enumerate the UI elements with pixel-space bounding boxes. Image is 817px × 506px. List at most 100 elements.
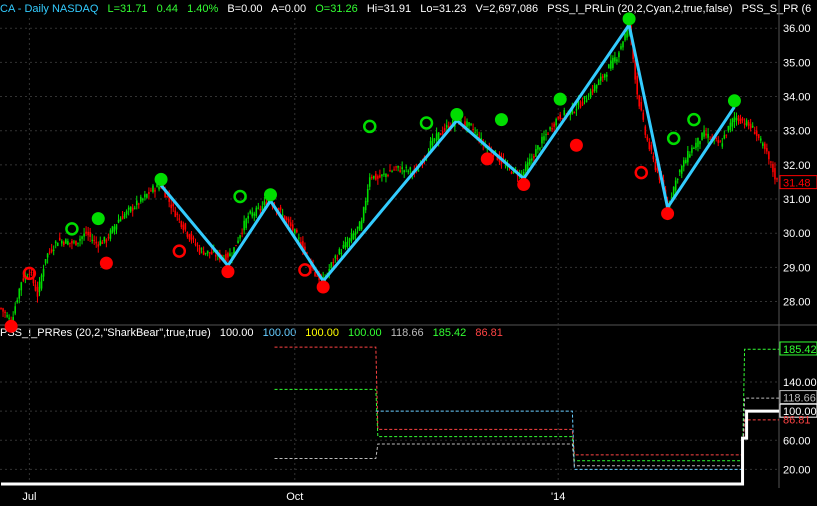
candle-body xyxy=(601,76,604,78)
candle-body xyxy=(531,158,533,161)
pivot-low-marker xyxy=(316,280,330,294)
candle-body xyxy=(537,145,539,150)
candle-body xyxy=(618,52,620,58)
candle-body xyxy=(2,308,4,312)
candle-body xyxy=(764,143,766,150)
candle-body xyxy=(40,275,43,289)
candle-body xyxy=(524,164,527,171)
time-tick-label: Jul xyxy=(22,491,36,503)
candle-body xyxy=(510,171,513,174)
indicator-value-tag: 185.42 xyxy=(783,344,817,356)
candle-body xyxy=(89,231,91,237)
candle-body xyxy=(356,226,359,229)
candle-body xyxy=(689,154,691,158)
candle-body xyxy=(739,118,742,124)
candle-body xyxy=(129,206,132,212)
candle-body xyxy=(443,128,446,131)
pivot-low-marker xyxy=(4,319,18,333)
candle-body xyxy=(210,251,213,255)
candle-body xyxy=(599,76,602,81)
candle-body xyxy=(591,89,594,93)
candle-body xyxy=(678,170,681,173)
candle-body xyxy=(135,200,138,206)
candle-body xyxy=(379,175,381,178)
pivot-high-marker xyxy=(363,119,377,134)
candle-body xyxy=(109,230,112,239)
candle-body xyxy=(20,282,23,291)
candle-body xyxy=(385,173,387,178)
candle-body xyxy=(206,250,209,254)
candle-body xyxy=(680,165,683,174)
candle-body xyxy=(717,140,720,143)
candle-body xyxy=(34,284,37,291)
candle-body xyxy=(364,200,367,211)
candle-body xyxy=(28,273,31,275)
candle-body xyxy=(597,80,600,86)
candle-body xyxy=(8,317,10,319)
indicator-tick-label: 20.00 xyxy=(783,464,811,476)
candle-body xyxy=(549,127,551,130)
candle-body xyxy=(30,271,33,273)
candle-body xyxy=(127,207,130,210)
candle-body xyxy=(575,109,578,111)
candle-body xyxy=(83,233,85,237)
indicator-result-line xyxy=(1,409,780,486)
candle-body xyxy=(768,151,770,160)
candle-body xyxy=(701,132,703,141)
candle-body xyxy=(563,110,566,115)
candle-body xyxy=(401,167,403,170)
candle-body xyxy=(330,262,333,268)
pivot-low-marker xyxy=(517,178,531,192)
candle-body xyxy=(235,245,237,247)
candle-body xyxy=(117,219,120,223)
pivot-high-marker xyxy=(154,172,168,186)
candle-body xyxy=(699,141,701,145)
pivot-low-marker xyxy=(661,207,675,221)
candle-body xyxy=(741,118,744,121)
indicator-step-line xyxy=(274,397,780,467)
candle-body xyxy=(608,64,610,69)
candle-body xyxy=(281,214,284,216)
candle-body xyxy=(196,245,199,247)
candle-body xyxy=(172,203,175,207)
candle-body xyxy=(296,229,298,233)
candle-body xyxy=(48,251,51,253)
time-tick-label: '14 xyxy=(551,491,565,503)
stock-chart[interactable]: 36.00 35.00 34.00 33.00 32.00 31.00 30.00 29.00… xyxy=(0,0,817,506)
candle-body xyxy=(676,178,679,180)
pivot-high-marker xyxy=(419,116,434,130)
candle-body xyxy=(4,311,6,314)
pivot-low-marker xyxy=(480,152,494,166)
candle-body xyxy=(42,268,45,277)
candle-body xyxy=(555,119,557,126)
candle-body xyxy=(375,173,377,180)
candle-body xyxy=(154,189,156,192)
candle-body xyxy=(113,226,116,232)
price-tick-label: 35.00 xyxy=(783,57,811,69)
pivot-high-marker xyxy=(553,92,567,106)
candle-body xyxy=(674,180,677,191)
candle-body xyxy=(285,217,288,221)
candle-body xyxy=(255,207,258,217)
candle-body xyxy=(38,281,41,293)
candle-body xyxy=(247,216,249,219)
candle-body xyxy=(97,244,100,247)
candle-body xyxy=(14,306,16,314)
candle-body xyxy=(587,98,590,100)
pivot-low-marker xyxy=(569,138,583,152)
candle-body xyxy=(747,121,750,126)
candle-body xyxy=(585,100,588,103)
candle-body xyxy=(557,117,559,119)
candle-body xyxy=(614,57,616,62)
candle-body xyxy=(553,123,555,127)
candle-body xyxy=(121,216,124,220)
candle-body xyxy=(52,249,55,251)
candle-body xyxy=(239,235,241,239)
candle-body xyxy=(650,144,653,151)
candle-body xyxy=(709,138,711,140)
pivot-high-marker xyxy=(91,212,105,226)
candle-body xyxy=(403,170,405,173)
candle-body xyxy=(535,149,537,157)
candle-body xyxy=(178,218,181,220)
candle-body xyxy=(107,237,110,239)
